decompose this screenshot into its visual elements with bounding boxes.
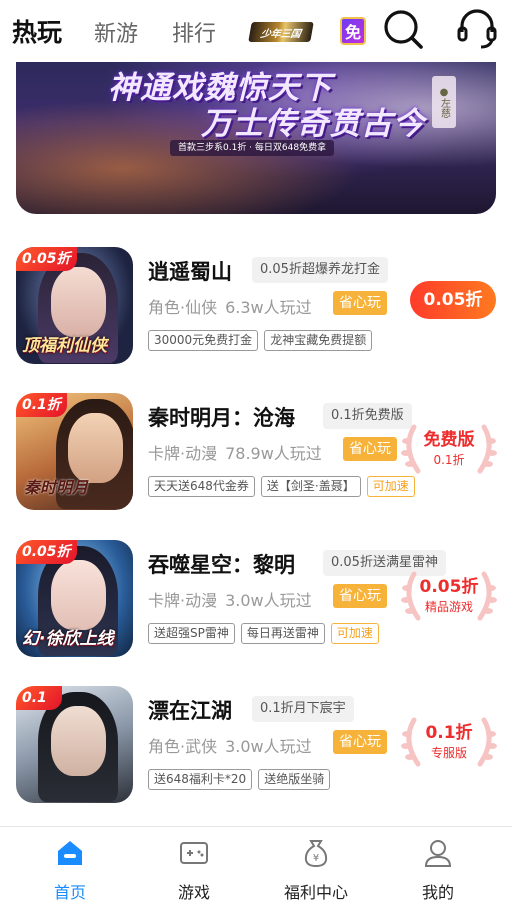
promo-logo[interactable]: 少年三国 <box>248 22 314 42</box>
game-meta: 角色·武侠 3.0w人玩过 <box>148 733 312 757</box>
nav-label: 福利中心 <box>283 883 348 902</box>
game-tag: 送绝版坐骑 <box>258 769 331 790</box>
gamepad-icon <box>180 842 208 864</box>
nav-label: 游戏 <box>177 883 210 902</box>
game-tags: 天天送648代金券 送【剑圣·盖聂】 可加速 <box>148 476 415 497</box>
game-tag: 30000元免费打金 <box>148 330 259 351</box>
game-genre: 角色·武侠 <box>148 737 218 756</box>
thumbnail-caption: 幻·徐欣上线 <box>22 629 114 649</box>
accelerate-tag: 可加速 <box>330 623 379 644</box>
game-tag: 每日再送雷神 <box>240 623 325 644</box>
worry-free-badge: 省心玩 <box>333 291 387 315</box>
game-players: 6.3w人玩过 <box>225 298 312 317</box>
game-genre: 卡牌·动漫 <box>148 444 218 463</box>
svg-text:¥: ¥ <box>313 853 319 864</box>
laurel-main-text: 0.1折 <box>425 723 473 743</box>
nav-welfare-center[interactable]: ¥ 福利中心 <box>256 827 376 904</box>
banner-subtitle: 首款三步系0.1折 · 每日双648免费拿 <box>170 140 335 156</box>
game-tags: 30000元免费打金 龙神宝藏免费提额 <box>148 330 373 351</box>
nav-label: 首页 <box>53 883 86 902</box>
accelerate-tag: 可加速 <box>366 476 415 497</box>
game-players: 78.9w人玩过 <box>225 444 322 463</box>
nav-profile[interactable]: 我的 <box>378 827 498 904</box>
user-icon <box>424 840 452 867</box>
promo-banner[interactable]: 神通戏魏惊天下 万士传奇贯古今 首款三步系0.1折 · 每日双648免费拿 ●左… <box>16 62 496 214</box>
game-promo: 0.1折月下宸宇 <box>252 696 354 722</box>
game-title: 秦时明月：沧海 <box>148 406 295 430</box>
game-players: 3.0w人玩过 <box>225 591 312 610</box>
game-title: 吞噬星空：黎明 <box>148 553 295 577</box>
thumbnail-caption: 秦时明月 <box>24 478 89 497</box>
game-genre: 角色·仙侠 <box>148 298 218 317</box>
discount-corner-badge: 0.1折 <box>16 393 67 417</box>
game-tag: 送【剑圣·盖聂】 <box>260 476 361 497</box>
game-tags: 送超强SP雷神 每日再送雷神 可加速 <box>148 623 379 644</box>
game-players: 3.0w人玩过 <box>225 737 312 756</box>
game-tag: 龙神宝藏免费提额 <box>264 330 373 351</box>
banner-title-line2: 万士传奇贯古今 <box>201 106 425 142</box>
game-promo: 0.1折免费版 <box>323 403 412 429</box>
game-title: 逍遥蜀山 <box>148 260 232 284</box>
free-badge-logo[interactable]: 免 <box>340 17 366 45</box>
game-promo: 0.05折超爆养龙打金 <box>252 257 388 283</box>
game-meta: 角色·仙侠 6.3w人玩过 <box>148 294 312 318</box>
home-icon <box>58 841 82 865</box>
game-item[interactable]: 0.1折 秦时明月 秦时明月：沧海 0.1折免费版 卡牌·动漫 78.9w人玩过 … <box>0 393 512 523</box>
nav-home[interactable]: 首页 <box>10 827 130 904</box>
tab-ranking[interactable]: 排行 <box>172 16 216 48</box>
thumbnail-caption: 顶福利仙侠 <box>22 336 107 356</box>
laurel-main-text: 0.05折 <box>419 577 479 597</box>
game-tag: 送648福利卡*20 <box>148 769 253 790</box>
search-icon[interactable] <box>380 6 426 52</box>
discount-play-button[interactable]: 0.05折 <box>410 281 496 319</box>
discount-corner-badge: 0.1 <box>16 686 62 710</box>
game-meta: 卡牌·动漫 78.9w人玩过 <box>148 440 322 464</box>
game-title: 漂在江湖 <box>148 699 232 723</box>
top-header: 热玩 新游 排行 少年三国 免 <box>0 0 512 62</box>
game-item[interactable]: 0.1 漂在江湖 0.1折月下宸宇 角色·武侠 3.0w人玩过 省心玩 送648福… <box>0 686 512 816</box>
laurel-main-text: 免费版 <box>423 430 475 450</box>
game-thumbnail[interactable]: 0.1折 秦时明月 <box>16 393 133 510</box>
discount-corner-badge: 0.05折 <box>16 540 77 564</box>
tab-hot[interactable]: 热玩 <box>12 13 62 49</box>
worry-free-badge: 省心玩 <box>333 730 387 754</box>
game-thumbnail[interactable]: 0.05折 顶福利仙侠 <box>16 247 133 364</box>
laurel-sub-text: 专服版 <box>430 746 467 760</box>
tab-new-games[interactable]: 新游 <box>94 16 138 48</box>
discount-corner-badge: 0.05折 <box>16 247 77 271</box>
laurel-sub-text: 0.1折 <box>433 453 465 467</box>
worry-free-badge: 省心玩 <box>333 584 387 608</box>
game-item[interactable]: 0.05折 顶福利仙侠 逍遥蜀山 0.05折超爆养龙打金 角色·仙侠 6.3w人玩… <box>0 247 512 377</box>
headset-icon[interactable] <box>454 6 500 52</box>
laurel-sub-text: 精品游戏 <box>424 600 473 614</box>
game-thumbnail[interactable]: 0.05折 幻·徐欣上线 <box>16 540 133 657</box>
game-tags: 送648福利卡*20 送绝版坐骑 <box>148 769 331 790</box>
bottom-nav: 首页 游戏 ¥ 福利中心 我的 <box>0 826 512 904</box>
laurel-badge[interactable]: 0.05折 精品游戏 <box>400 566 498 626</box>
game-meta: 卡牌·动漫 3.0w人玩过 <box>148 587 312 611</box>
worry-free-badge: 省心玩 <box>343 437 397 461</box>
game-tag: 送超强SP雷神 <box>148 623 235 644</box>
laurel-badge[interactable]: 0.1折 专服版 <box>400 712 498 772</box>
game-thumbnail[interactable]: 0.1 <box>16 686 133 803</box>
game-item[interactable]: 0.05折 幻·徐欣上线 吞噬星空：黎明 0.05折送满星雷神 卡牌·动漫 3.0… <box>0 540 512 670</box>
banner-side-badge: ●左慈 <box>432 76 456 128</box>
laurel-badge[interactable]: 免费版 0.1折 <box>400 419 498 479</box>
nav-label: 我的 <box>421 883 454 902</box>
game-genre: 卡牌·动漫 <box>148 591 218 610</box>
game-tag: 天天送648代金券 <box>148 476 255 497</box>
money-bag-icon: ¥ <box>304 840 328 868</box>
nav-games[interactable]: 游戏 <box>134 827 254 904</box>
